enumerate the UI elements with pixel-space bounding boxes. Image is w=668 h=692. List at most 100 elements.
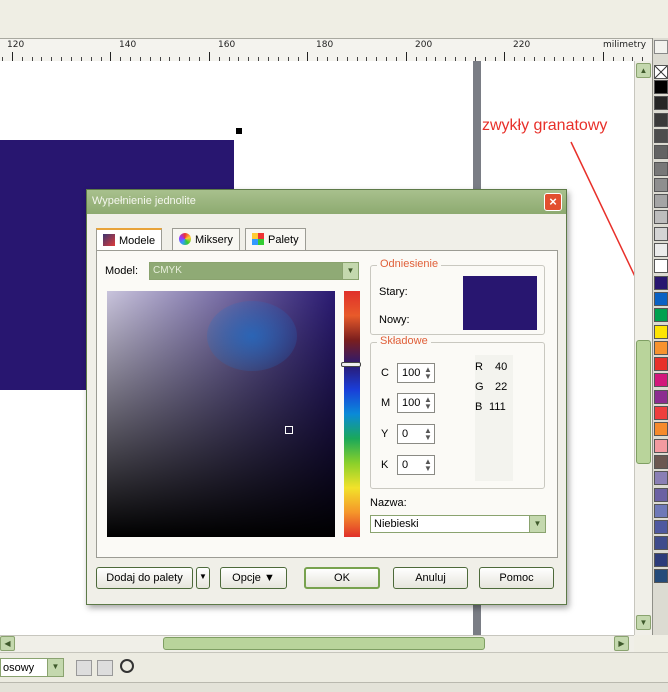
palette-swatch[interactable] [654, 471, 668, 486]
k-spinbox[interactable]: 0 ▲ ▼ [397, 455, 435, 475]
chevron-down-icon[interactable]: ▼ [342, 263, 358, 279]
vertical-scroll-thumb[interactable] [636, 340, 651, 464]
dialog-title: Wypełnienie jednolite [92, 195, 196, 207]
palette-swatch[interactable] [654, 308, 668, 323]
scroll-right-button[interactable]: ▶ [614, 636, 629, 651]
palette-swatch[interactable] [654, 324, 668, 339]
mode-dropdown[interactable]: osowy ▼ [0, 658, 64, 677]
help-button[interactable]: Pomoc [479, 567, 554, 589]
mixer-icon [179, 233, 191, 245]
add-to-palette-menu-button[interactable]: ▼ [196, 567, 210, 589]
spin-arrows-icon[interactable]: ▲ ▼ [424, 396, 432, 411]
rgb-readout: R 40 G 22 B 111 [475, 355, 513, 481]
ruler-tick [602, 52, 604, 61]
no-fill-swatch[interactable] [654, 65, 668, 79]
name-select-value: Niebieski [374, 518, 419, 530]
palette-swatch[interactable] [654, 177, 668, 192]
vertical-scrollbar[interactable]: ▲ ▼ [634, 61, 652, 635]
model-select[interactable]: CMYK ▼ [149, 262, 359, 280]
tab-mixers[interactable]: Miksery [172, 228, 240, 250]
chevron-down-icon[interactable]: ▼ [529, 516, 545, 532]
horizontal-ruler: 120 140 160 180 200 220 milimetry [0, 38, 652, 62]
horizontal-scroll-thumb[interactable] [163, 637, 485, 650]
r-label: R [475, 361, 483, 373]
color-picker-marker[interactable] [285, 426, 293, 434]
palette-swatch[interactable] [654, 226, 668, 241]
m-spinbox[interactable]: 100 ▲ ▼ [397, 393, 435, 413]
ruler-tick [11, 52, 13, 61]
hue-slider-handle[interactable] [341, 362, 361, 367]
tab-models[interactable]: Modele [96, 228, 163, 250]
k-label: K [381, 459, 389, 471]
palette-flyout-icon[interactable] [654, 40, 668, 54]
chevron-down-icon[interactable]: ▼ [47, 659, 63, 676]
ruler-tick [504, 52, 506, 61]
close-icon[interactable]: × [544, 193, 562, 211]
palette-swatch[interactable] [654, 243, 668, 257]
spin-arrows-icon[interactable]: ▲ ▼ [424, 427, 432, 442]
palette-icon [252, 233, 264, 245]
ok-button[interactable]: OK [304, 567, 380, 589]
palette-swatch[interactable] [654, 406, 668, 420]
c-spinbox[interactable]: 100 ▲ ▼ [397, 363, 435, 383]
annotation-label: zwykły granatowy [482, 117, 608, 134]
scroll-up-button[interactable]: ▲ [636, 63, 651, 78]
palette-swatch[interactable] [654, 259, 668, 274]
components-title: Składowe [377, 335, 431, 347]
add-to-palette-button[interactable]: Dodaj do palety [96, 567, 193, 589]
new-color-swatch [463, 303, 537, 330]
selection-handle[interactable] [236, 128, 242, 134]
hue-slider[interactable] [341, 291, 361, 537]
old-label: Stary: [379, 286, 408, 298]
palette-swatch[interactable] [654, 520, 668, 535]
palette-swatch[interactable] [654, 536, 668, 551]
scroll-down-button[interactable]: ▼ [636, 615, 651, 630]
scroll-left-button[interactable]: ◀ [0, 636, 15, 651]
horizontal-scrollbar[interactable]: ◀ ▶ [0, 635, 634, 652]
palette-swatch[interactable] [654, 454, 668, 469]
ruler-tick [307, 52, 309, 61]
palette-swatch[interactable] [654, 422, 668, 437]
palette-swatch[interactable] [654, 291, 668, 306]
palette-swatch[interactable] [654, 112, 668, 127]
palette-swatch[interactable] [654, 552, 668, 567]
ruler-label: 160 [218, 40, 236, 50]
palette-swatch[interactable] [654, 340, 668, 355]
name-select[interactable]: Niebieski ▼ [370, 515, 546, 533]
palette-swatch[interactable] [654, 373, 668, 388]
palette-swatch[interactable] [654, 503, 668, 518]
b-value: 111 [489, 401, 506, 413]
palette-swatch[interactable] [654, 194, 668, 209]
cancel-button[interactable]: Anuluj [393, 567, 468, 589]
y-label: Y [381, 428, 389, 440]
dialog-titlebar[interactable]: Wypełnienie jednolite × [87, 190, 566, 214]
palette-swatch[interactable] [654, 128, 668, 143]
palette-swatch[interactable] [654, 389, 668, 404]
palette-swatch[interactable] [654, 96, 668, 111]
options-button[interactable]: Opcje ▼ [220, 567, 287, 589]
palette-swatch[interactable] [654, 487, 668, 502]
palette-swatch[interactable] [654, 80, 668, 94]
color-field[interactable] [107, 291, 335, 537]
model-label: Model: [105, 265, 139, 277]
palette-swatch[interactable] [654, 438, 668, 453]
c-label: C [381, 367, 389, 379]
bottom-toolbar: osowy ▼ [0, 652, 668, 683]
palette-swatch[interactable] [654, 569, 668, 583]
palette-swatch[interactable] [654, 161, 668, 176]
mode-dropdown-value: osowy [3, 662, 35, 674]
palette-swatch[interactable] [654, 210, 668, 225]
models-panel: Model: CMYK ▼ Odniesienie Stary: Nowy: S… [96, 250, 558, 558]
spin-arrows-icon[interactable]: ▲ ▼ [424, 458, 432, 473]
open-icon[interactable] [76, 660, 92, 676]
copy-icon[interactable] [97, 660, 113, 676]
palette-swatch[interactable] [654, 357, 668, 372]
outline-icon[interactable] [120, 659, 134, 673]
spin-arrows-icon[interactable]: ▲ ▼ [424, 366, 432, 381]
palette-swatch[interactable] [654, 275, 668, 290]
tab-palettes[interactable]: Palety [245, 228, 306, 250]
new-label: Nowy: [379, 314, 410, 326]
ruler-label: 140 [119, 40, 137, 50]
y-spinbox[interactable]: 0 ▲ ▼ [397, 424, 435, 444]
palette-swatch[interactable] [654, 145, 668, 160]
